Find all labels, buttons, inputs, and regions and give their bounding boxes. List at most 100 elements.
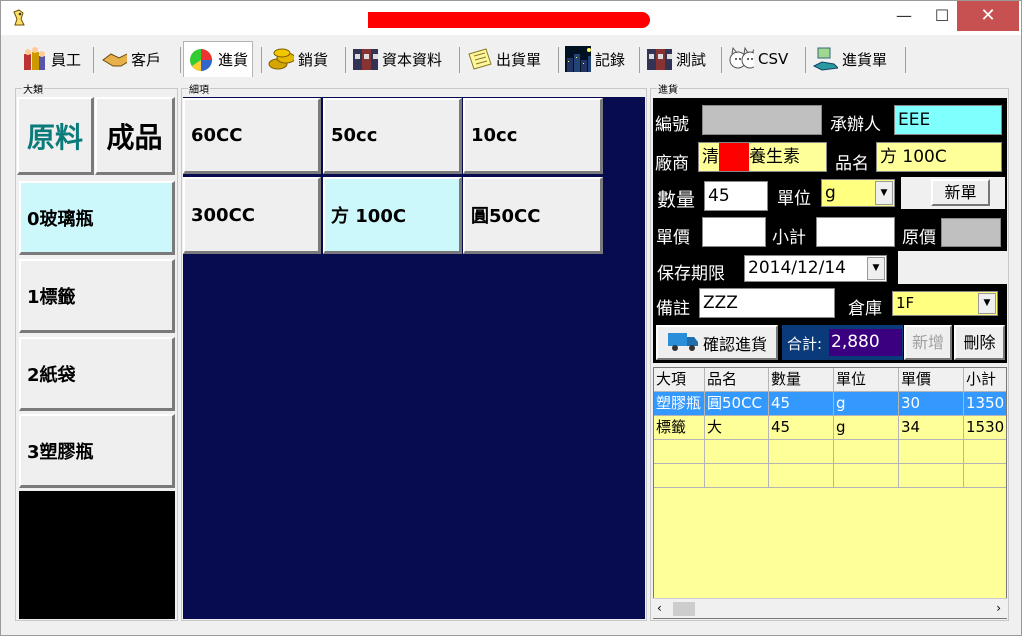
- column-header[interactable]: 大項: [654, 368, 705, 392]
- tab-test[interactable]: 測試: [642, 41, 710, 77]
- finished-product-label: 成品: [106, 120, 163, 154]
- delete-button[interactable]: 刪除: [954, 325, 1005, 360]
- horizontal-scrollbar[interactable]: ‹ ›: [653, 598, 1007, 618]
- item-button[interactable]: 300CC: [183, 177, 321, 254]
- item-button[interactable]: 60CC: [183, 98, 321, 174]
- note-label: 備註: [656, 299, 690, 319]
- tab-purchase-order[interactable]: 進貨單: [808, 41, 891, 77]
- category-item-2[interactable]: 2紙袋: [19, 337, 175, 411]
- item-button-selected[interactable]: 方 100C: [323, 177, 462, 254]
- unit-select[interactable]: g ▼: [821, 179, 895, 207]
- table-cell: g: [834, 416, 899, 440]
- table-cell: 45: [769, 416, 834, 440]
- scroll-thumb[interactable]: [673, 602, 695, 616]
- confirm-purchase-button[interactable]: 確認進貨: [656, 325, 778, 360]
- tab-purchase[interactable]: 進貨: [183, 41, 254, 77]
- table-row-empty[interactable]: [654, 464, 1006, 488]
- unit-price-field[interactable]: [702, 217, 766, 247]
- item-label: 10cc: [471, 125, 518, 146]
- raw-material-label: 原料: [26, 120, 83, 154]
- quantity-field[interactable]: 45: [704, 181, 768, 211]
- raw-material-button[interactable]: 原料: [17, 97, 94, 175]
- category-group-title: 大類: [22, 81, 44, 96]
- app-icon: [11, 9, 27, 27]
- maximize-button[interactable]: ☐: [927, 1, 957, 31]
- item-label: 方 100C: [331, 206, 407, 227]
- category-item-3[interactable]: 3塑膠瓶: [19, 414, 175, 488]
- new-order-button[interactable]: 新單: [931, 179, 990, 206]
- add-button[interactable]: 新增: [904, 325, 952, 360]
- total-value: 2,880: [829, 329, 902, 356]
- files-icon: [352, 46, 378, 72]
- tab-label: 資本資料: [382, 50, 443, 69]
- expiry-label: 保存期限: [657, 264, 725, 284]
- tab-label: 客戶: [131, 50, 162, 69]
- expiry-date-picker[interactable]: 2014/12/14 ▼: [744, 255, 887, 282]
- table-row-selected[interactable]: 塑膠瓶 圓50CC 45 g 30 1350: [654, 392, 1006, 416]
- cats-icon: [728, 46, 754, 72]
- tab-label: CSV: [758, 50, 789, 68]
- table-row[interactable]: 標籤 大 45 g 34 1530: [654, 416, 1006, 440]
- minimize-button[interactable]: —: [881, 1, 927, 31]
- column-header[interactable]: 品名: [705, 368, 769, 392]
- handler-field[interactable]: EEE: [894, 105, 1002, 135]
- table-row-empty[interactable]: [654, 440, 1006, 464]
- chevron-down-icon[interactable]: ▼: [875, 181, 893, 205]
- scroll-right-icon[interactable]: ›: [996, 601, 1001, 615]
- close-button[interactable]: ✕: [957, 1, 1019, 31]
- unit-label: 單位: [777, 189, 811, 209]
- expiry-side-area: [898, 251, 1007, 284]
- subtotal-field[interactable]: [816, 217, 895, 247]
- files-icon: [646, 46, 672, 72]
- id-field[interactable]: [702, 105, 822, 135]
- coins-icon: [268, 46, 294, 72]
- column-header[interactable]: 小計: [964, 368, 1006, 392]
- note-field[interactable]: ZZZ: [699, 288, 835, 318]
- title-bar: — ☐ ✕: [1, 1, 1021, 35]
- tab-label: 出貨單: [496, 50, 542, 69]
- tab-employees[interactable]: 員工: [17, 41, 85, 77]
- column-header[interactable]: 單價: [899, 368, 964, 392]
- subtotal-label: 小計: [772, 228, 806, 248]
- item-button[interactable]: 10cc: [463, 98, 603, 174]
- handshake-icon: [101, 46, 127, 72]
- tab-customers[interactable]: 客戶: [97, 41, 165, 77]
- category-item-label: 2紙袋: [27, 364, 76, 386]
- vendor-field[interactable]: 清 養生素: [698, 142, 827, 172]
- truck-icon: [667, 330, 699, 356]
- category-item-label: 3塑膠瓶: [27, 441, 94, 463]
- tab-csv[interactable]: CSV: [724, 41, 792, 77]
- city-night-icon: [565, 46, 591, 72]
- tab-label: 銷貨: [298, 50, 329, 69]
- table-cell: 塑膠瓶: [654, 392, 705, 416]
- table-cell: 1350: [964, 392, 1006, 416]
- category-item-0[interactable]: 0玻璃瓶: [19, 181, 175, 255]
- product-label: 品名: [835, 154, 869, 174]
- chevron-down-icon[interactable]: ▼: [978, 293, 996, 314]
- finished-product-button[interactable]: 成品: [95, 97, 175, 175]
- category-item-1[interactable]: 1標籤: [19, 259, 175, 333]
- product-field[interactable]: 方 100C: [876, 142, 1002, 172]
- original-price-label: 原價: [902, 228, 936, 248]
- hand-money-icon: [812, 46, 838, 72]
- warehouse-select[interactable]: 1F ▼: [892, 291, 998, 316]
- chevron-down-icon[interactable]: ▼: [867, 257, 885, 280]
- item-button[interactable]: 50cc: [323, 98, 462, 174]
- item-label: 300CC: [191, 204, 255, 226]
- column-header[interactable]: 單位: [834, 368, 899, 392]
- column-header[interactable]: 數量: [769, 368, 834, 392]
- item-label: 60CC: [191, 125, 243, 146]
- tab-records[interactable]: 記錄: [561, 41, 629, 77]
- category-empty-area: [19, 491, 175, 619]
- expiry-value: 2014/12/14: [748, 258, 846, 278]
- confirm-purchase-label: 確認進貨: [702, 334, 767, 354]
- scroll-left-icon[interactable]: ‹: [657, 601, 662, 615]
- original-price-field[interactable]: [941, 218, 1001, 247]
- warehouse-value: 1F: [896, 294, 915, 312]
- tab-shipping-order[interactable]: 出貨單: [462, 41, 545, 77]
- table-cell: 圓50CC: [705, 392, 769, 416]
- unit-price-label: 單價: [656, 228, 690, 248]
- tab-sales[interactable]: 銷貨: [264, 41, 332, 77]
- tab-capital-data[interactable]: 資本資料: [348, 41, 446, 77]
- item-button[interactable]: 圓50CC: [463, 177, 603, 254]
